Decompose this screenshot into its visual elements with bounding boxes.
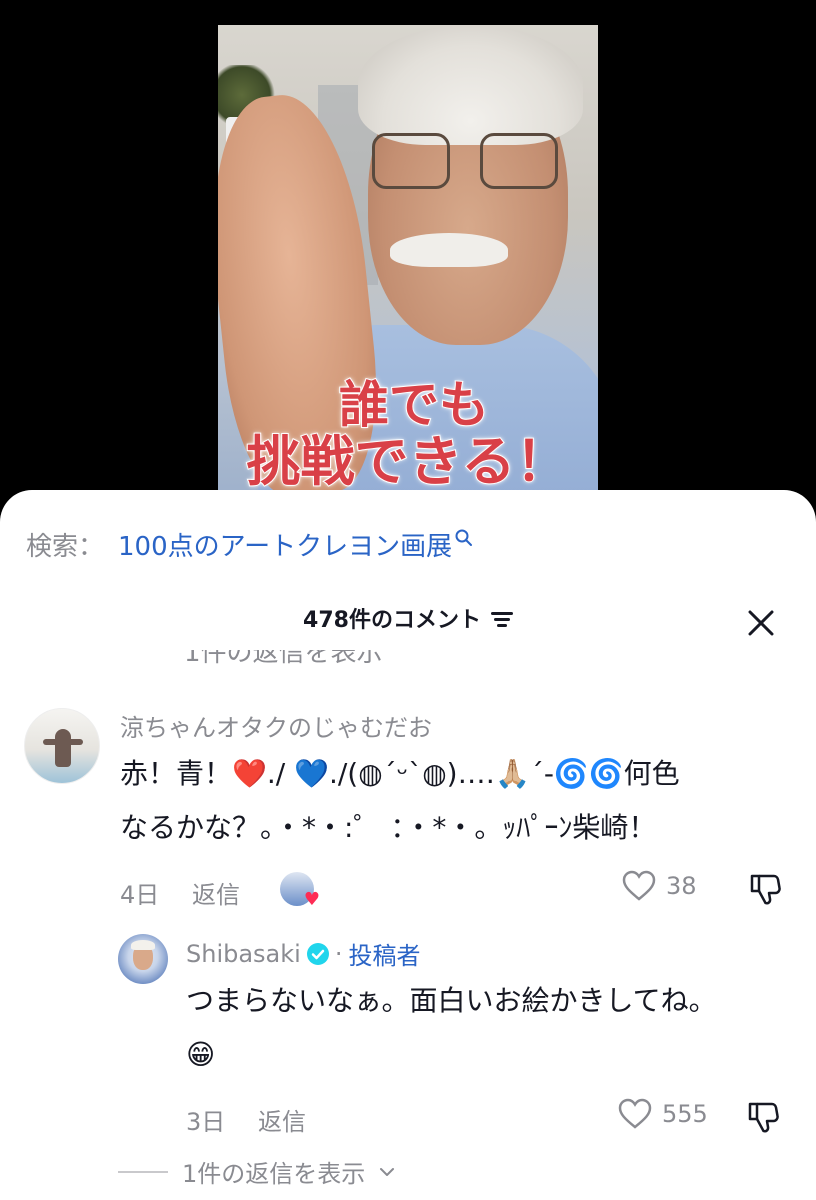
cut-off-view-replies[interactable]: 1件の返信を表示 bbox=[184, 650, 394, 668]
comment-sheet: 検索： 100点のアートクレヨン画展 478件のコメント 1件の返信を表示 涼ち… bbox=[0, 490, 816, 1200]
verified-badge-icon bbox=[306, 942, 329, 965]
reply-text: つまらないなぁ。面白いお絵かきしてね。 😁 bbox=[186, 974, 717, 1082]
hair bbox=[358, 25, 583, 145]
like-count: 38 bbox=[666, 872, 697, 900]
close-icon[interactable] bbox=[746, 608, 776, 638]
search-query-link[interactable]: 100点のアートクレヨン画展 bbox=[118, 526, 452, 563]
view-more-replies-button[interactable]: 1件の返信を表示 bbox=[118, 1154, 395, 1189]
comment-count: 478件のコメント bbox=[303, 608, 481, 633]
comments-header: 478件のコメント bbox=[0, 602, 816, 646]
heart-icon: ♥ bbox=[303, 889, 320, 910]
comment-username[interactable]: 涼ちゃんオタクのじゃむだお bbox=[120, 708, 432, 743]
reply-username[interactable]: Shibasaki bbox=[186, 940, 301, 968]
like-count: 555 bbox=[662, 1100, 708, 1128]
like-button[interactable]: 38 bbox=[622, 870, 697, 902]
reply-text-line2: 😁 bbox=[186, 1038, 216, 1071]
creator-liked-badge: ♥ bbox=[280, 872, 320, 910]
reply-text-line1: つまらないなぁ。面白いお絵かきしてね。 bbox=[186, 984, 717, 1017]
mustache bbox=[390, 233, 508, 267]
reply-username-row: Shibasaki · 投稿者 bbox=[186, 936, 420, 971]
video-player[interactable]: 誰でも 挑戦できる！ bbox=[218, 25, 598, 505]
avatar[interactable] bbox=[24, 708, 100, 784]
comment-timestamp: 4日 bbox=[120, 881, 160, 909]
avatar[interactable] bbox=[118, 934, 168, 984]
heart-outline-icon bbox=[622, 870, 656, 901]
dislike-icon[interactable] bbox=[748, 872, 782, 906]
creator-badge: 投稿者 bbox=[348, 942, 421, 970]
search-suggestion[interactable]: 検索： 100点のアートクレヨン画展 bbox=[26, 526, 474, 563]
reply-button[interactable]: 返信 bbox=[192, 875, 240, 910]
chevron-down-icon bbox=[380, 1167, 395, 1176]
glasses-right-lens bbox=[480, 133, 558, 189]
glasses-left-lens bbox=[372, 133, 450, 189]
comment-text-line2: なるかな？。・*・:゜ ：・*・。ｯﾊﾟｰﾝ柴崎！ bbox=[120, 811, 657, 844]
divider-line bbox=[118, 1170, 168, 1173]
reply-timestamp: 3日 bbox=[186, 1108, 226, 1136]
search-label: 検索： bbox=[26, 532, 105, 562]
comment-text-line1: 赤！青！❤️./ 💙./(◍´ᵕ`◍)‥‥🙏🏼´-🌀🌀何色 bbox=[120, 757, 680, 790]
video-caption-line2: 挑戦できる！ bbox=[246, 429, 571, 494]
like-button[interactable]: 555 bbox=[618, 1098, 708, 1130]
sort-icon[interactable] bbox=[490, 609, 513, 627]
dislike-icon[interactable] bbox=[746, 1100, 780, 1134]
reply-button[interactable]: 返信 bbox=[258, 1102, 306, 1137]
view-replies-label: 1件の返信を表示 bbox=[182, 1160, 366, 1188]
heart-outline-icon bbox=[618, 1098, 652, 1129]
comment-text: 赤！青！❤️./ 💙./(◍´ᵕ`◍)‥‥🙏🏼´-🌀🌀何色 なるかな？。・*・:… bbox=[120, 747, 680, 855]
separator-dot: · bbox=[334, 939, 343, 968]
search-icon bbox=[455, 529, 473, 546]
